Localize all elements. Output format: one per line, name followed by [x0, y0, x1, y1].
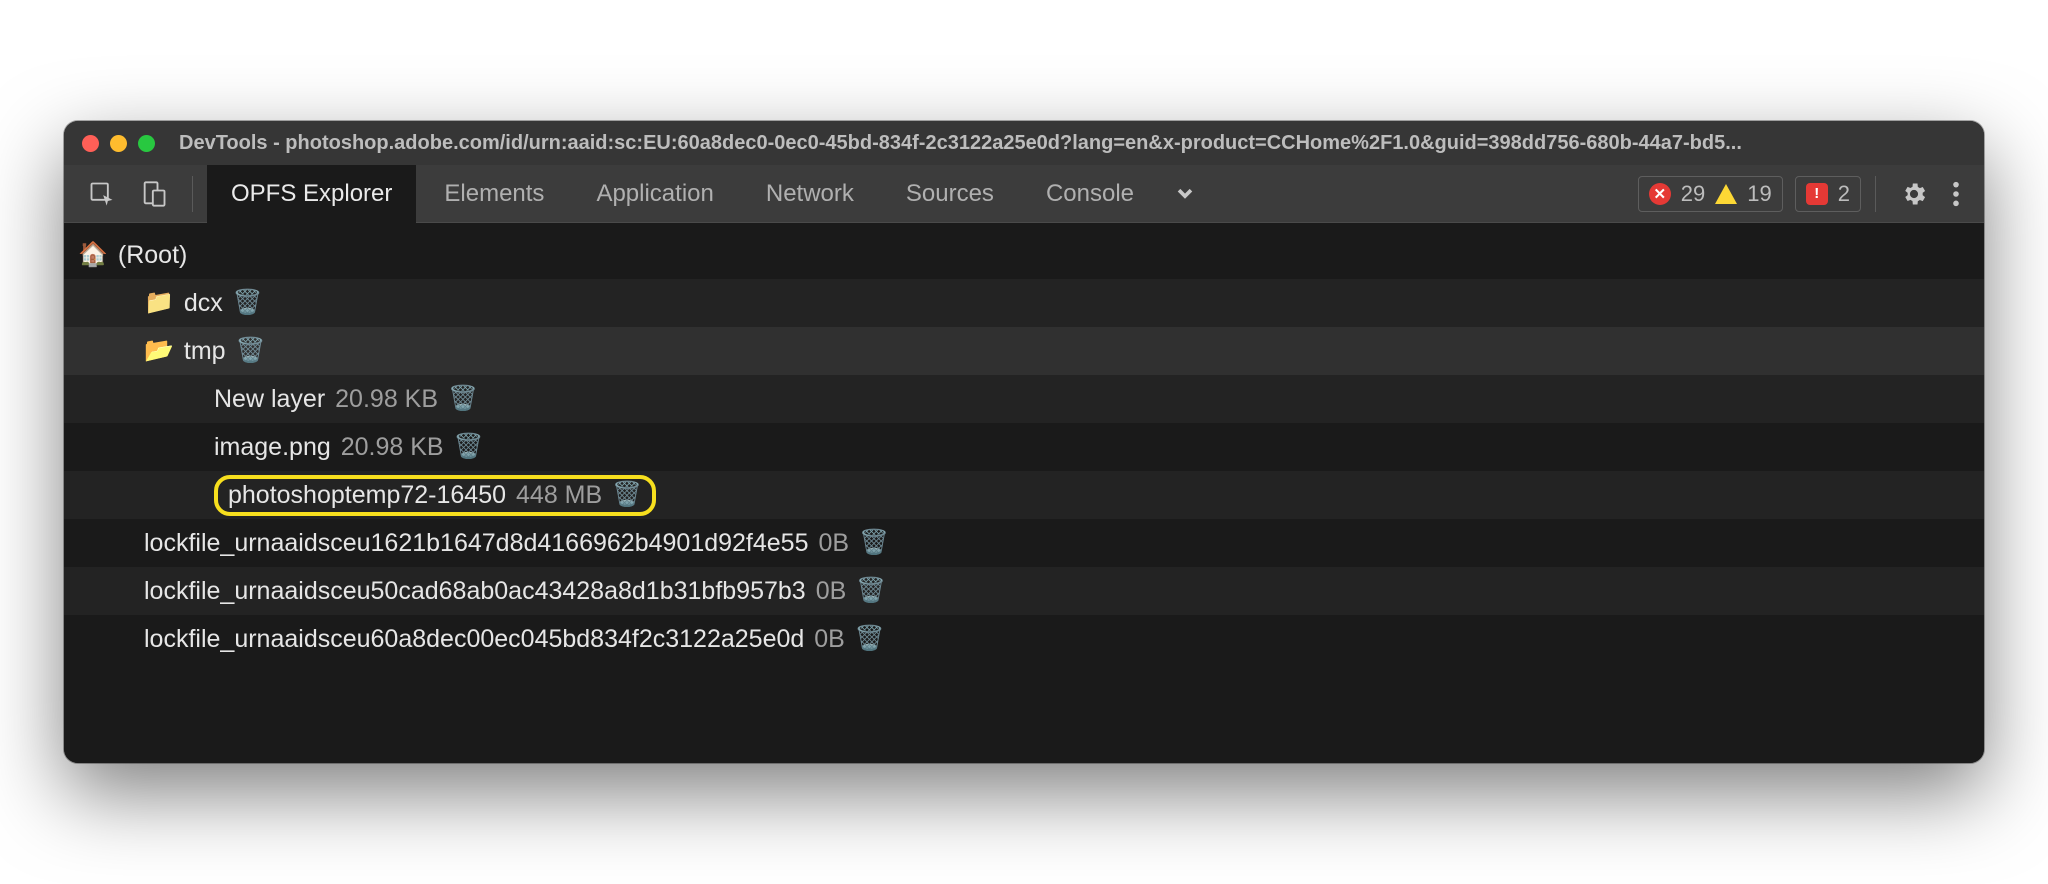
opfs-tree: 🏠 (Root) 📁 dcx 🗑️ 📂 tmp 🗑️ New layer 20.…	[64, 223, 1984, 763]
issues-pill[interactable]: ! 2	[1795, 176, 1861, 212]
delete-icon[interactable]: 🗑️	[454, 435, 484, 459]
delete-icon[interactable]: 🗑️	[855, 627, 885, 651]
highlight-annotation: photoshoptemp72-16450 448 MB 🗑️	[214, 475, 656, 516]
inspect-element-icon[interactable]	[78, 174, 126, 214]
tree-folder-dcx[interactable]: 📁 dcx 🗑️	[64, 279, 1984, 327]
error-count: 29	[1681, 181, 1705, 207]
tree-file[interactable]: lockfile_urnaaidsceu1621b1647d8d4166962b…	[64, 519, 1984, 567]
tab-sources[interactable]: Sources	[882, 165, 1018, 223]
traffic-lights	[82, 135, 155, 152]
tree-file[interactable]: lockfile_urnaaidsceu60a8dec00ec045bd834f…	[64, 615, 1984, 663]
device-toolbar-icon[interactable]	[130, 174, 178, 214]
folder-open-icon: 📂	[144, 339, 174, 363]
devtools-toolbar: OPFS Explorer Elements Application Netwo…	[64, 165, 1984, 223]
tab-network[interactable]: Network	[742, 165, 878, 223]
folder-closed-icon: 📁	[144, 291, 174, 315]
issue-icon: !	[1806, 183, 1828, 205]
delete-icon[interactable]: 🗑️	[448, 387, 478, 411]
tab-opfs-explorer[interactable]: OPFS Explorer	[207, 165, 416, 223]
tree-file-highlighted[interactable]: photoshoptemp72-16450 448 MB 🗑️	[64, 471, 1984, 519]
warning-count: 19	[1747, 181, 1771, 207]
tree-folder-tmp[interactable]: 📂 tmp 🗑️	[64, 327, 1984, 375]
warning-icon	[1715, 184, 1737, 204]
delete-icon[interactable]: 🗑️	[236, 339, 266, 363]
kebab-menu-icon[interactable]	[1942, 174, 1970, 214]
delete-icon[interactable]: 🗑️	[612, 483, 642, 507]
maximize-window-button[interactable]	[138, 135, 155, 152]
tab-application[interactable]: Application	[572, 165, 737, 223]
minimize-window-button[interactable]	[110, 135, 127, 152]
delete-icon[interactable]: 🗑️	[233, 291, 263, 315]
root-label: (Root)	[118, 241, 187, 270]
separator	[192, 176, 193, 212]
home-icon: 🏠	[78, 243, 108, 267]
window-titlebar: DevTools - photoshop.adobe.com/id/urn:aa…	[64, 121, 1984, 165]
tree-file[interactable]: image.png 20.98 KB 🗑️	[64, 423, 1984, 471]
window-title: DevTools - photoshop.adobe.com/id/urn:aa…	[169, 132, 1966, 155]
devtools-window: DevTools - photoshop.adobe.com/id/urn:aa…	[64, 121, 1984, 763]
errors-warnings-pill[interactable]: ✕ 29 19	[1638, 176, 1783, 212]
close-window-button[interactable]	[82, 135, 99, 152]
separator	[1875, 176, 1876, 212]
tree-file[interactable]: New layer 20.98 KB 🗑️	[64, 375, 1984, 423]
tab-console[interactable]: Console	[1022, 165, 1158, 223]
tab-elements[interactable]: Elements	[420, 165, 568, 223]
more-tabs-icon[interactable]	[1162, 175, 1208, 213]
delete-icon[interactable]: 🗑️	[856, 579, 886, 603]
issue-count: 2	[1838, 181, 1850, 207]
error-icon: ✕	[1649, 183, 1671, 205]
delete-icon[interactable]: 🗑️	[859, 531, 889, 555]
tree-file[interactable]: lockfile_urnaaidsceu50cad68ab0ac43428a8d…	[64, 567, 1984, 615]
settings-gear-icon[interactable]	[1890, 174, 1938, 214]
tree-root[interactable]: 🏠 (Root)	[64, 231, 1984, 279]
